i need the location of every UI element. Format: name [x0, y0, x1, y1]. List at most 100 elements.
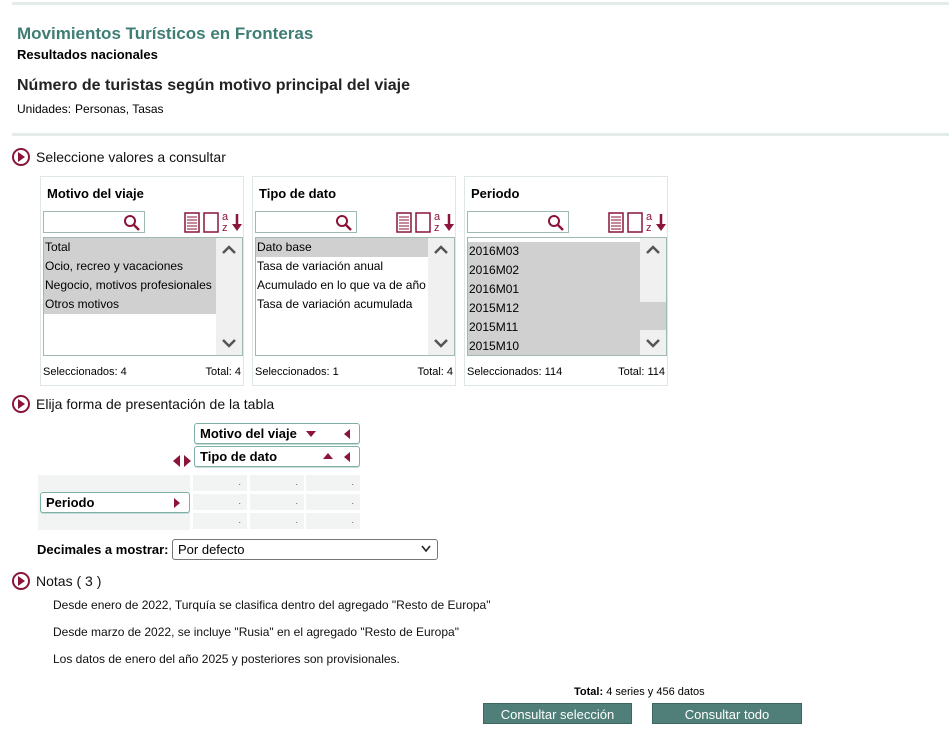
- svg-text:z: z: [646, 222, 652, 232]
- preview-cell: .: [193, 494, 247, 510]
- note-item: Los datos de enero del año 2025 y poster…: [53, 652, 400, 666]
- list-item[interactable]: Tasa de variación anual: [256, 257, 428, 276]
- search-icon[interactable]: [547, 214, 565, 231]
- search-input[interactable]: [43, 211, 145, 233]
- select-all-icon[interactable]: [396, 212, 412, 233]
- scroll-thumb[interactable]: [640, 302, 666, 330]
- toggle-arrow-icon[interactable]: [12, 572, 30, 590]
- total-count: Total: 4: [205, 366, 241, 378]
- move-down-icon[interactable]: [306, 431, 316, 439]
- values-list[interactable]: Dato base Tasa de variación anual Acumul…: [255, 237, 455, 356]
- pivot-row-periodo[interactable]: Periodo: [40, 492, 190, 513]
- scroll-up-icon[interactable]: [222, 245, 236, 255]
- units-line: Unidades: Personas, Tasas: [17, 102, 168, 116]
- sort-az-icon[interactable]: az: [433, 210, 455, 232]
- preview-cell: .: [306, 475, 360, 491]
- list-item[interactable]: Acumulado en lo que va de año: [256, 276, 428, 295]
- total-count: Total: 114: [618, 366, 665, 378]
- scroll-down-icon[interactable]: [222, 338, 236, 348]
- total-data: 456 datos: [656, 686, 705, 698]
- search-icon[interactable]: [123, 214, 141, 231]
- section-presentation[interactable]: Elija forma de presentación de la tabla: [12, 395, 274, 413]
- note-item: Desde marzo de 2022, se incluye "Rusia" …: [53, 625, 459, 639]
- pivot-row-periodo-label: Periodo: [46, 495, 95, 510]
- panel-title: Motivo del viaje: [47, 186, 144, 201]
- list-item[interactable]: 2016M03: [468, 242, 640, 261]
- preview-cell: .: [193, 513, 247, 529]
- list-item[interactable]: Dato base: [256, 238, 428, 257]
- panel-periodo: Periodo az 2016M03 2016M02 2016M01 2015M…: [464, 176, 668, 386]
- move-up-icon[interactable]: [323, 453, 333, 461]
- note-item: Desde enero de 2022, Turquía se clasific…: [53, 598, 491, 612]
- values-list[interactable]: 2016M03 2016M02 2016M01 2015M12 2015M11 …: [467, 237, 667, 356]
- scroll-up-icon[interactable]: [434, 245, 448, 255]
- toggle-arrow-icon[interactable]: [12, 148, 30, 166]
- top-rule: [12, 2, 949, 5]
- list-item[interactable]: Tasa de variación acumulada: [256, 295, 428, 314]
- preview-cell: .: [250, 475, 304, 491]
- preview-cell: .: [250, 494, 304, 510]
- panel-title: Tipo de dato: [259, 186, 337, 201]
- deselect-all-icon[interactable]: [203, 212, 219, 233]
- table-title: Número de turistas según motivo principa…: [17, 77, 410, 94]
- total-summary: Total: 4 series y 456 datos: [574, 686, 705, 698]
- scroll-up-icon[interactable]: [646, 245, 660, 255]
- move-left-icon[interactable]: [343, 429, 351, 439]
- consult-all-button[interactable]: Consultar todo: [652, 703, 802, 724]
- section-select-values-label: Seleccione valores a consultar: [36, 149, 226, 165]
- panel-motivo: Motivo del viaje az Total Ocio, recreo y…: [40, 176, 244, 386]
- move-left-icon[interactable]: [343, 452, 351, 462]
- scrollbar[interactable]: [640, 238, 666, 355]
- selected-count: Seleccionados: 4: [43, 366, 127, 378]
- list-item[interactable]: Ocio, recreo y vacaciones: [44, 257, 216, 276]
- list-item[interactable]: Otros motivos: [44, 295, 216, 314]
- list-tools: az: [396, 210, 456, 234]
- search-icon[interactable]: [335, 214, 353, 231]
- list-item[interactable]: Negocio, motivos profesionales: [44, 276, 216, 295]
- section-notes[interactable]: Notas ( 3 ): [12, 572, 101, 590]
- move-right-icon[interactable]: [173, 498, 181, 508]
- section-rule: [12, 133, 949, 136]
- decimals-select[interactable]: Por defecto: [172, 539, 438, 560]
- scroll-down-icon[interactable]: [646, 338, 660, 348]
- total-label: Total:: [574, 686, 604, 698]
- pivot-col-motivo[interactable]: Motivo del viaje: [194, 423, 360, 444]
- svg-text:z: z: [434, 222, 440, 232]
- list-item[interactable]: Total: [44, 238, 216, 257]
- search-input[interactable]: [467, 211, 569, 233]
- swap-rows-cols-icon[interactable]: [173, 455, 191, 467]
- search-input[interactable]: [255, 211, 357, 233]
- preview-cell: .: [306, 513, 360, 529]
- units-value: Personas, Tasas: [75, 102, 164, 116]
- values-list[interactable]: Total Ocio, recreo y vacaciones Negocio,…: [43, 237, 243, 356]
- scrollbar[interactable]: [216, 238, 242, 355]
- pivot-col-tipo-label: Tipo de dato: [200, 449, 278, 464]
- sort-az-icon[interactable]: az: [221, 210, 243, 232]
- pivot-col-motivo-label: Motivo del viaje: [200, 426, 297, 441]
- sort-az-icon[interactable]: az: [645, 210, 667, 232]
- list-item[interactable]: 2015M10: [468, 337, 640, 355]
- list-item[interactable]: 2015M12: [468, 299, 640, 318]
- scroll-down-icon[interactable]: [434, 338, 448, 348]
- deselect-all-icon[interactable]: [627, 212, 643, 233]
- page-subtitle: Resultados nacionales: [17, 47, 158, 62]
- pivot-col-tipo[interactable]: Tipo de dato: [194, 446, 360, 467]
- select-all-icon[interactable]: [184, 212, 200, 233]
- scrollbar[interactable]: [428, 238, 454, 355]
- selected-count: Seleccionados: 114: [467, 366, 563, 378]
- total-series: 4 series y: [606, 686, 654, 698]
- deselect-all-icon[interactable]: [415, 212, 431, 233]
- toggle-arrow-icon[interactable]: [12, 395, 30, 413]
- list-item[interactable]: 2016M01: [468, 280, 640, 299]
- chevron-down-icon: [421, 545, 431, 553]
- decimals-label: Decimales a mostrar:: [37, 542, 169, 557]
- preview-cell: .: [306, 494, 360, 510]
- section-notes-label: Notas ( 3 ): [36, 573, 102, 589]
- panel-title: Periodo: [471, 186, 520, 201]
- list-item[interactable]: 2015M11: [468, 318, 640, 337]
- list-item[interactable]: 2016M02: [468, 261, 640, 280]
- consult-selection-button[interactable]: Consultar selección: [483, 703, 632, 724]
- section-select-values[interactable]: Seleccione valores a consultar: [12, 148, 226, 166]
- select-all-icon[interactable]: [608, 212, 624, 233]
- svg-text:z: z: [222, 222, 228, 232]
